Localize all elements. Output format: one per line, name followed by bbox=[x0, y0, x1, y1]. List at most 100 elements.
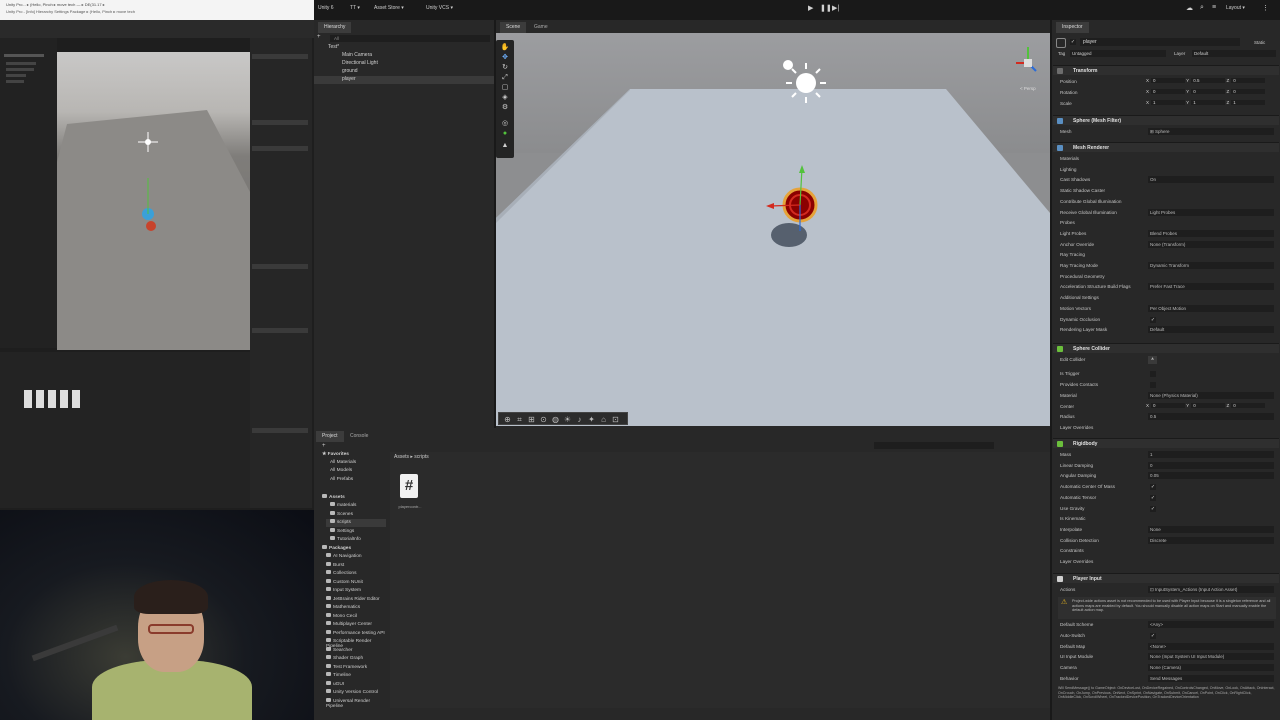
lighting-icon[interactable]: ☀ bbox=[563, 415, 572, 424]
player-input-field[interactable]: Send Messages bbox=[1148, 675, 1274, 682]
scene-view[interactable]: < Persp bbox=[496, 33, 1050, 426]
collider-material-field[interactable]: None (Physics Material) bbox=[1148, 392, 1274, 399]
csharp-script-icon[interactable]: # bbox=[400, 474, 418, 498]
package-mathematics[interactable]: Mathematics bbox=[326, 604, 360, 612]
sphere-collider-header[interactable]: Sphere Collider bbox=[1053, 343, 1279, 353]
tab-game[interactable]: Game bbox=[528, 22, 554, 33]
rigidbody-header[interactable]: Rigidbody bbox=[1053, 438, 1279, 448]
tab-project[interactable]: Project bbox=[316, 431, 344, 442]
global-icon[interactable]: ◍ bbox=[551, 415, 560, 424]
gizmo-persp-label[interactable]: < Persp bbox=[1020, 86, 1036, 91]
mesh-renderer-field[interactable]: Default bbox=[1148, 326, 1274, 334]
account-button[interactable]: Unity 6 bbox=[318, 5, 334, 11]
rigidbody-checkbox[interactable]: ✓ bbox=[1150, 505, 1156, 512]
mesh-renderer-field[interactable]: Prefer Fast Trace bbox=[1148, 283, 1274, 291]
increment-snap-icon[interactable]: ⊞ bbox=[527, 415, 536, 424]
rigidbody-checkbox[interactable]: ✓ bbox=[1150, 494, 1156, 501]
player-input-header[interactable]: Player Input bbox=[1053, 573, 1279, 583]
favorites-header[interactable]: ★ Favorites bbox=[322, 452, 349, 460]
active-checkbox[interactable]: ✓ bbox=[1070, 39, 1076, 45]
tab-inspector[interactable]: Inspector bbox=[1056, 22, 1089, 33]
rigidbody-field[interactable]: 0.05 bbox=[1148, 472, 1274, 480]
folder-materials[interactable]: materials bbox=[330, 502, 356, 510]
folder-scripts[interactable]: scripts bbox=[326, 519, 386, 527]
folder-tutorialinfo[interactable]: TutorialInfo bbox=[330, 536, 361, 544]
view-tool-icon[interactable]: ◎ bbox=[500, 120, 510, 128]
edit-collider-button[interactable]: ⩚ bbox=[1148, 356, 1157, 364]
package-test-framework[interactable]: Test Framework bbox=[326, 664, 367, 672]
hierarchy-item-directional-light[interactable]: Directional Light bbox=[314, 60, 494, 68]
package-unity-vcs[interactable]: Unity Version Control bbox=[326, 689, 378, 697]
favorite-all-materials[interactable]: All Materials bbox=[330, 460, 356, 468]
asset-store-dropdown[interactable]: Asset Store ▾ bbox=[374, 5, 404, 11]
tt-dropdown[interactable]: TT ▾ bbox=[350, 5, 360, 11]
favorite-all-models[interactable]: All Models bbox=[330, 468, 352, 476]
package-jetbrains-rider[interactable]: JetBrains Rider Editor bbox=[326, 596, 380, 604]
play-icon[interactable]: ▶ bbox=[808, 4, 813, 12]
rigidbody-field[interactable]: 1 bbox=[1148, 451, 1274, 458]
effects-icon[interactable]: ✦ bbox=[587, 415, 596, 424]
package-input-system[interactable]: Input System bbox=[326, 587, 361, 595]
rigidbody-field[interactable]: 0 bbox=[1148, 461, 1274, 469]
layout-dropdown[interactable]: Layout ▾ bbox=[1226, 5, 1245, 11]
camera-icon[interactable]: ⌂ bbox=[599, 415, 608, 424]
project-breadcrumb[interactable]: Assets ▸ scripts bbox=[394, 454, 429, 460]
hand-tool-icon[interactable]: ✋ bbox=[500, 44, 510, 52]
tag-dropdown[interactable]: Untagged bbox=[1070, 50, 1166, 57]
mesh-renderer-header[interactable]: Mesh Renderer bbox=[1053, 142, 1279, 152]
player-input-field[interactable]: <Any> bbox=[1148, 621, 1274, 628]
provides-contacts-checkbox[interactable] bbox=[1150, 382, 1156, 388]
package-timeline[interactable]: Timeline bbox=[326, 672, 351, 680]
pause-icon[interactable]: ❚❚ bbox=[820, 4, 832, 12]
package-ugui[interactable]: uGUI bbox=[326, 681, 344, 689]
mesh-renderer-checkbox[interactable]: ✓ bbox=[1150, 316, 1156, 323]
layer-dropdown[interactable]: Default bbox=[1192, 50, 1276, 57]
is-trigger-checkbox[interactable] bbox=[1150, 371, 1156, 377]
transform-tool-icon[interactable]: ◈ bbox=[500, 94, 510, 102]
mesh-renderer-field[interactable]: Light Probes bbox=[1148, 208, 1274, 216]
package-mono-cecil[interactable]: Mono Cecil bbox=[326, 613, 357, 621]
rect-tool-icon[interactable]: ▢ bbox=[500, 84, 510, 92]
mesh-renderer-field[interactable]: Per Object Motion bbox=[1148, 304, 1274, 312]
folder-settings[interactable]: Settings bbox=[330, 528, 354, 536]
search-icon[interactable]: ⌕ bbox=[1200, 4, 1204, 12]
package-searcher[interactable]: Searcher bbox=[326, 647, 352, 655]
package-collections[interactable]: Collections bbox=[326, 570, 356, 578]
audio-icon[interactable]: ♪ bbox=[575, 415, 584, 424]
custom-tool-icon[interactable]: ⚙ bbox=[500, 104, 510, 112]
folder-scenes[interactable]: Scenes bbox=[330, 511, 353, 519]
collider-layer-overrides-row[interactable]: Layer Overrides bbox=[1056, 424, 1278, 433]
mesh-renderer-field[interactable]: None (Transform) bbox=[1148, 240, 1274, 248]
snap-icon[interactable]: ⊕ bbox=[503, 415, 512, 424]
more-options-icon[interactable]: ⋮ bbox=[1262, 4, 1269, 12]
mesh-field[interactable]: ⊞ Sphere bbox=[1148, 128, 1274, 135]
package-srp[interactable]: Scriptable Render Pipeline bbox=[326, 638, 388, 649]
player-input-field[interactable]: None (Camera) bbox=[1148, 664, 1274, 672]
package-performance-testing[interactable]: Performance testing API bbox=[326, 630, 385, 638]
pivot-icon[interactable]: ⊙ bbox=[539, 415, 548, 424]
hierarchy-item-player[interactable]: player bbox=[314, 76, 494, 84]
add-icon[interactable]: + bbox=[317, 34, 321, 40]
tab-console[interactable]: Console bbox=[344, 431, 375, 442]
mesh-renderer-field[interactable]: On bbox=[1148, 176, 1274, 184]
step-icon[interactable]: ▶| bbox=[832, 4, 839, 12]
hierarchy-item-ground[interactable]: ground bbox=[314, 68, 494, 76]
assets-folder[interactable]: Assets bbox=[322, 494, 345, 502]
hierarchy-search-input[interactable]: All bbox=[330, 35, 490, 42]
project-add-icon[interactable]: + bbox=[322, 443, 326, 449]
package-urp[interactable]: Universal Render Pipeline bbox=[326, 698, 388, 709]
rotate-tool-icon[interactable]: ↻ bbox=[500, 64, 510, 72]
project-search-input[interactable] bbox=[874, 442, 994, 449]
gizmos-icon[interactable]: ⊡ bbox=[611, 415, 620, 424]
vcs-dropdown[interactable]: Unity VCS ▾ bbox=[426, 5, 453, 11]
script-file-label[interactable]: playercontr... bbox=[396, 504, 424, 509]
packages-folder[interactable]: Packages bbox=[322, 545, 351, 553]
object-name-field[interactable]: player bbox=[1080, 38, 1240, 46]
scale-tool-icon[interactable]: ⤢ bbox=[500, 74, 510, 82]
player-input-field[interactable]: <None> bbox=[1148, 642, 1274, 650]
hierarchy-item-main-camera[interactable]: Main Camera bbox=[314, 52, 494, 60]
collab-icon[interactable]: ☁ bbox=[1186, 4, 1193, 12]
package-shader-graph[interactable]: Shader Graph bbox=[326, 655, 363, 663]
static-toggle[interactable]: Static bbox=[1254, 40, 1265, 45]
player-input-checkbox[interactable]: ✓ bbox=[1150, 632, 1156, 639]
